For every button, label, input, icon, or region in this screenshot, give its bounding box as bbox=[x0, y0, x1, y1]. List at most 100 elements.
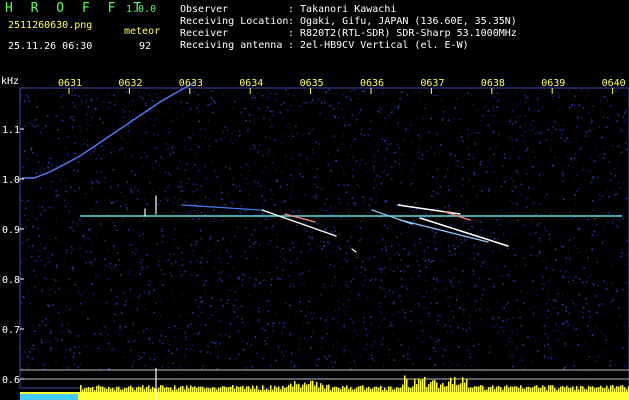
noise-dot bbox=[141, 141, 144, 144]
noise-dot bbox=[516, 116, 518, 118]
noise-dot bbox=[482, 114, 484, 117]
noise-dot bbox=[72, 270, 74, 272]
noise-dot bbox=[409, 124, 412, 126]
noise-dot bbox=[72, 230, 75, 232]
noise-dot bbox=[523, 130, 526, 133]
noise-dot bbox=[503, 153, 506, 156]
level-bar bbox=[518, 388, 520, 392]
level-bar bbox=[188, 388, 190, 392]
noise-dot bbox=[375, 201, 377, 203]
noise-dot bbox=[85, 112, 88, 115]
noise-dot bbox=[347, 286, 350, 289]
noise-dot bbox=[318, 143, 321, 145]
noise-dot bbox=[514, 91, 516, 94]
noise-dot bbox=[392, 302, 395, 305]
noise-dot bbox=[413, 163, 415, 166]
noise-dot bbox=[44, 209, 46, 212]
level-bar bbox=[520, 385, 522, 392]
noise-dot bbox=[93, 333, 96, 335]
noise-dot bbox=[403, 270, 406, 273]
noise-dot bbox=[315, 141, 317, 143]
level-bar bbox=[340, 389, 342, 392]
noise-dot bbox=[257, 182, 259, 184]
noise-dot bbox=[268, 137, 271, 139]
noise-dot bbox=[108, 101, 111, 104]
noise-dot bbox=[421, 296, 424, 298]
noise-dot bbox=[77, 222, 79, 225]
noise-dot bbox=[25, 363, 28, 365]
noise-dot bbox=[527, 336, 529, 338]
noise-dot bbox=[373, 187, 375, 189]
noise-dot bbox=[208, 317, 210, 319]
noise-dot bbox=[437, 94, 439, 97]
noise-dot bbox=[183, 146, 186, 148]
noise-dot bbox=[180, 367, 182, 369]
noise-dot bbox=[225, 191, 228, 193]
noise-dot bbox=[227, 262, 229, 265]
noise-dot bbox=[293, 95, 295, 97]
noise-dot bbox=[361, 204, 363, 206]
noise-dot bbox=[171, 145, 174, 148]
noise-dot bbox=[197, 111, 199, 113]
noise-dot bbox=[222, 237, 224, 240]
noise-dot bbox=[612, 296, 615, 298]
noise-dot bbox=[341, 267, 344, 269]
noise-dot bbox=[272, 330, 275, 332]
noise-dot bbox=[316, 186, 319, 189]
noise-dot bbox=[406, 288, 409, 290]
noise-dot bbox=[444, 324, 447, 326]
level-bar bbox=[292, 386, 294, 392]
noise-dot bbox=[171, 147, 173, 149]
noise-dot bbox=[449, 218, 451, 221]
noise-dot bbox=[171, 292, 173, 295]
noise-dot bbox=[427, 131, 430, 134]
noise-dot bbox=[133, 186, 136, 188]
noise-dot bbox=[239, 185, 241, 187]
y-tick-label: 0.7 bbox=[2, 325, 20, 336]
noise-dot bbox=[515, 121, 517, 123]
noise-dot bbox=[177, 365, 180, 368]
noise-dot bbox=[143, 92, 145, 94]
noise-dot bbox=[239, 190, 241, 192]
noise-dot bbox=[601, 350, 604, 352]
noise-dot bbox=[272, 111, 274, 113]
noise-dot bbox=[456, 165, 459, 167]
noise-dot bbox=[468, 321, 471, 324]
noise-dot bbox=[295, 125, 297, 127]
noise-dot bbox=[144, 198, 146, 201]
noise-dot bbox=[195, 240, 198, 243]
noise-dot bbox=[70, 226, 73, 229]
noise-dot bbox=[114, 225, 116, 227]
noise-dot bbox=[298, 210, 301, 212]
noise-dot bbox=[328, 177, 331, 180]
noise-dot bbox=[153, 358, 156, 361]
noise-dot bbox=[24, 150, 26, 153]
noise-dot bbox=[171, 352, 173, 355]
noise-dot bbox=[28, 245, 31, 248]
level-bar bbox=[330, 389, 332, 392]
noise-dot bbox=[364, 284, 367, 287]
noise-dot bbox=[241, 256, 243, 258]
noise-dot bbox=[276, 233, 278, 236]
noise-dot bbox=[206, 261, 208, 263]
noise-dot bbox=[397, 122, 399, 125]
noise-dot bbox=[354, 202, 356, 205]
noise-dot bbox=[563, 198, 565, 200]
noise-dot bbox=[325, 256, 328, 258]
level-bar bbox=[238, 387, 240, 392]
noise-dot bbox=[169, 153, 171, 155]
noise-dot bbox=[139, 273, 142, 275]
noise-dot bbox=[423, 251, 426, 253]
noise-dot bbox=[357, 294, 360, 296]
noise-dot bbox=[101, 145, 103, 148]
noise-dot bbox=[265, 343, 267, 345]
level-bar bbox=[368, 386, 370, 392]
noise-dot bbox=[35, 217, 38, 220]
noise-dot bbox=[73, 190, 76, 192]
noise-dot bbox=[125, 204, 127, 206]
noise-dot bbox=[51, 164, 53, 166]
noise-dot bbox=[363, 134, 366, 137]
noise-dot bbox=[437, 339, 440, 342]
noise-dot bbox=[392, 291, 394, 293]
noise-dot bbox=[467, 136, 469, 139]
